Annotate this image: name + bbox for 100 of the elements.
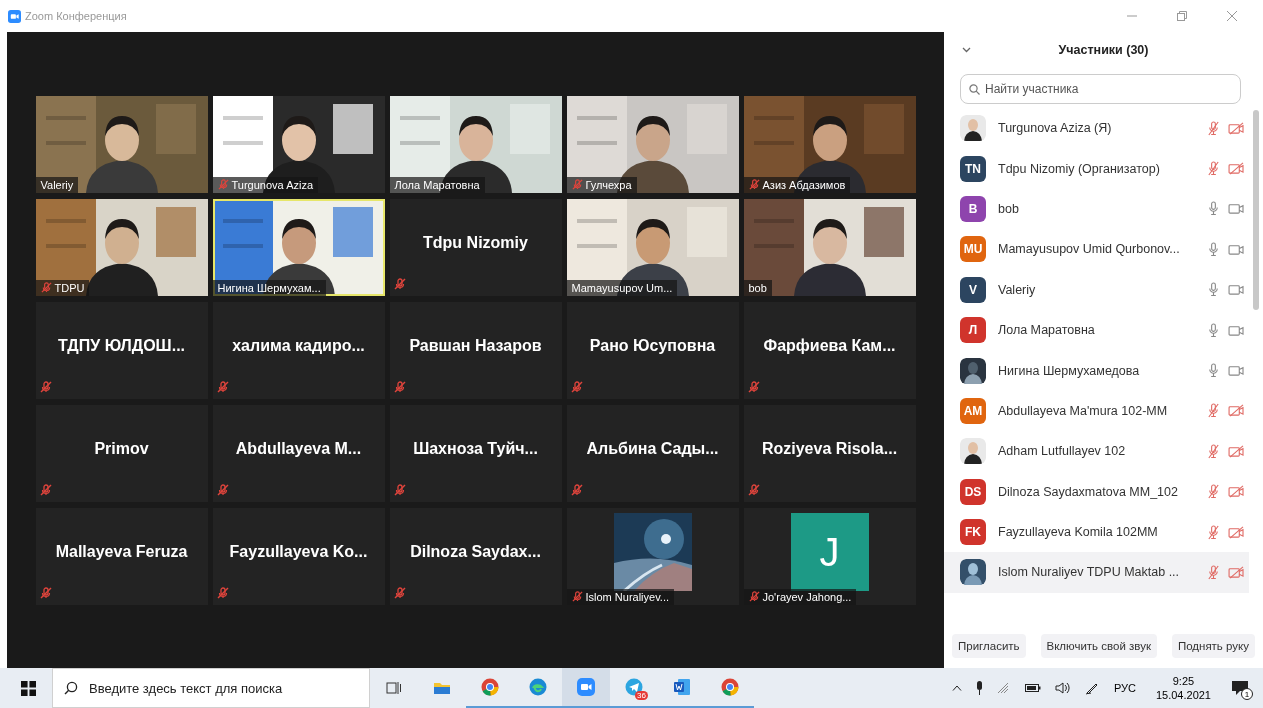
video-off-icon[interactable] [1228,444,1245,458]
language-indicator[interactable]: РУС [1113,682,1136,694]
name-label: Islom Nuraliyev... [566,588,675,605]
battery-icon[interactable] [1024,684,1041,692]
video-off-icon[interactable] [1228,566,1245,579]
participant-row[interactable]: Turgunova Aziza (Я) [944,108,1249,149]
microphone-icon[interactable] [975,681,983,695]
participant-name: Turgunova Aziza (Я) [998,121,1113,136]
avatar: J [790,513,869,591]
panel-button[interactable]: Включить свой звук [1040,634,1157,658]
mic-icon[interactable] [1207,363,1220,379]
video-off-icon[interactable] [1228,404,1245,418]
muted-mic-icon[interactable] [1207,443,1220,459]
participant-row[interactable]: AM Abdullayeva Ma'mura 102-MM [944,390,1249,432]
participant-row[interactable]: Islom Nuraliyev TDPU Maktab ... [944,552,1249,593]
video-off-icon[interactable] [1228,485,1245,499]
participant-name: Dilnoza Saydax... [410,543,541,561]
zoom-logo-icon [8,9,21,23]
panel-title: Участники (30) [1058,43,1149,57]
video-off-icon[interactable] [1228,525,1245,539]
panel-button[interactable]: Поднять руку [1171,634,1255,658]
chrome-icon [481,678,499,696]
close-icon[interactable] [1227,11,1237,21]
search-icon [64,681,78,695]
muted-mic-icon[interactable] [1207,120,1220,136]
avatar: TN [960,155,986,182]
participant-name: халима кадиро... [232,337,365,355]
restore-icon[interactable] [1177,11,1187,21]
participant-name: Mallayeva Feruza [55,543,188,561]
windows-start-icon[interactable] [21,680,36,696]
taskbar-app[interactable]: 36 [610,668,658,708]
avatar: FK [960,519,986,546]
task-view-icon [386,680,402,696]
avatar: AM [960,397,986,424]
video-camera-icon[interactable] [1228,283,1245,297]
pen-icon[interactable] [1084,681,1099,695]
folder-icon [433,680,451,696]
participant-name: Islom Nuraliyev TDPU Maktab ... [998,565,1181,580]
chevron-down-icon[interactable] [962,47,971,53]
participant-name: Dilnoza Saydaxmatova MM_102 [998,484,1179,499]
participant-row[interactable]: Нигина Шермухамедова [944,350,1249,391]
mic-icon[interactable] [1207,201,1220,217]
participant-name: Нигина Шермухамедова [998,363,1141,378]
muted-mic-icon[interactable] [1207,403,1220,419]
participant-name: Fayzullayeva Ko... [229,543,368,561]
participant-name: Adham Lutfullayev 102 [998,444,1127,459]
clock-time[interactable]: 9:25 [1172,674,1195,688]
participant-name: Альбина Сады... [586,440,719,458]
mic-icon[interactable] [1207,322,1220,338]
name-label: Jo'rayev Jahong... [743,588,857,605]
video-camera-icon[interactable] [1228,364,1245,378]
clock-date[interactable]: 15.04.2021 [1155,688,1211,702]
scrollbar[interactable] [1253,110,1259,310]
participant-name: ТДПУ ЮЛДОШ... [57,337,185,355]
participant-name: Valeriy [998,282,1037,297]
mic-icon[interactable] [1207,282,1220,298]
participant-name: Tdpu Nizomiy [423,234,528,252]
participant-row[interactable]: DS Dilnoza Saydaxmatova MM_102 [944,471,1249,512]
muted-mic-icon[interactable] [1207,524,1220,540]
participant-row[interactable]: TN Tdpu Nizomiy (Организатор) [944,148,1249,189]
participant-name: Primov [94,440,149,458]
participant-name: Равшан Назаров [409,337,542,355]
avatar: V [960,276,986,303]
muted-mic-icon[interactable] [1207,161,1220,177]
participant-name: Abdullayeva M... [235,440,362,458]
video-camera-icon [577,678,595,696]
participant-name: Roziyeva Risola... [761,440,898,458]
taskbar-search-field[interactable]: Введите здесь текст для поиска [52,668,370,708]
notifications-icon[interactable] [1231,680,1249,696]
window-title: Zoom Конференция [25,10,127,22]
search-icon [969,84,980,95]
caret-up-icon[interactable] [951,685,962,691]
speaker-icon[interactable] [1054,682,1071,694]
video-camera-icon[interactable] [1228,242,1245,256]
participant-row[interactable]: V Valeriy [944,269,1249,310]
participant-row[interactable]: Л Лола Маратовна [944,309,1249,351]
panel-button[interactable]: Пригласить [952,634,1026,658]
taskbar-app[interactable] [562,668,610,708]
muted-mic-icon[interactable] [1207,484,1220,500]
participant-row[interactable]: Adham Lutfullayev 102 [944,431,1249,472]
muted-mic-icon[interactable] [1207,565,1220,580]
chrome-icon [721,678,739,696]
participant-row[interactable]: B bob [944,188,1249,230]
video-off-icon[interactable] [1228,162,1245,176]
participant-name: Fayzullayeva Komila 102MM [998,525,1159,540]
participant-name: Фарфиева Кам... [763,337,896,355]
participant-name: bob [998,201,1020,216]
avatar: DS [960,478,986,505]
avatar: Л [960,317,986,344]
participant-row[interactable]: FK Fayzullayeva Komila 102MM [944,511,1249,553]
video-camera-icon[interactable] [1228,202,1245,216]
participant-name: Tdpu Nizomiy (Организатор) [998,161,1161,176]
video-camera-icon[interactable] [1228,323,1245,337]
video-off-icon[interactable] [1228,121,1245,135]
mic-icon[interactable] [1207,241,1220,257]
search-field[interactable]: Найти участника [960,74,1241,104]
participant-name: Лола Маратовна [998,323,1096,338]
participant-row[interactable]: MU Mamayusupov Umid Qurbonov... [944,229,1249,270]
avatar: MU [960,236,986,263]
document-icon [673,678,691,696]
